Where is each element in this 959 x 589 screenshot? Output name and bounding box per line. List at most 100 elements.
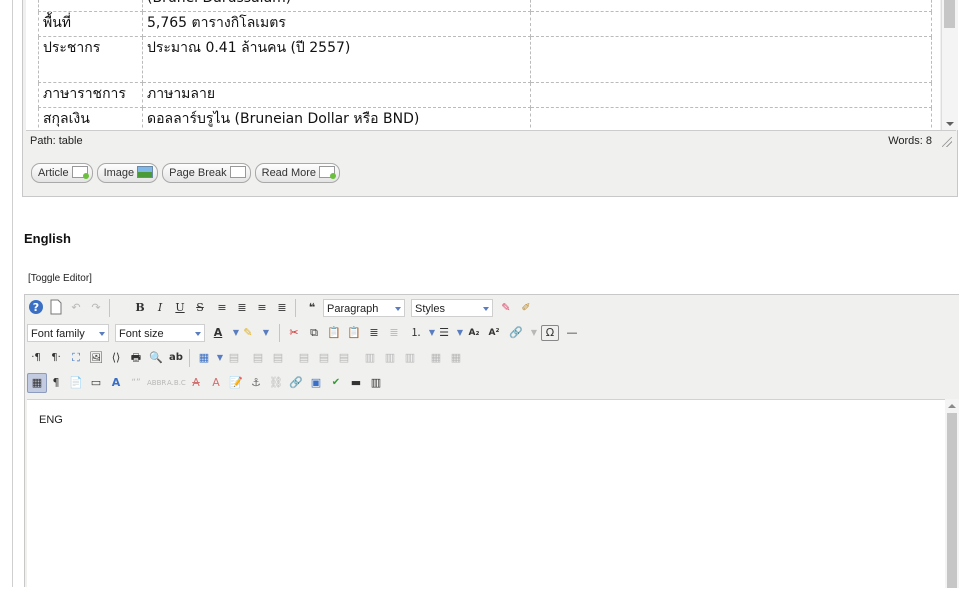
readmore-button-label: Read More bbox=[261, 167, 317, 179]
align-left-icon[interactable]: ≡ bbox=[213, 299, 231, 317]
readmore-toolbar-icon[interactable]: ▥ bbox=[367, 374, 385, 392]
subscript-icon[interactable]: A₂ bbox=[465, 324, 483, 342]
del-icon[interactable]: A bbox=[187, 374, 205, 392]
article-button[interactable]: Article bbox=[31, 163, 93, 183]
chevron-down-icon bbox=[99, 332, 105, 336]
visual-aid-icon[interactable]: ▦ bbox=[27, 373, 47, 393]
article-button-label: Article bbox=[38, 167, 69, 179]
scroll-up-arrow-icon[interactable] bbox=[948, 404, 956, 408]
outdent-icon[interactable]: ≣ bbox=[385, 324, 403, 342]
section-title-english: English bbox=[24, 231, 71, 246]
table-cell-empty bbox=[530, 0, 932, 12]
merge-cells-icon[interactable]: ▦ bbox=[447, 349, 465, 367]
ins-icon[interactable]: A bbox=[207, 374, 225, 392]
horizontal-rule-icon[interactable]: — bbox=[563, 324, 581, 342]
spellcheck-icon[interactable]: ✔ bbox=[327, 374, 345, 392]
font-size-select[interactable]: Font size bbox=[115, 324, 205, 342]
abbr-icon[interactable]: ABBR bbox=[147, 374, 166, 392]
format-select-value: Paragraph bbox=[327, 303, 379, 315]
acronym-icon[interactable]: A.B.C bbox=[167, 374, 186, 392]
ltr-icon[interactable]: ·¶ bbox=[27, 349, 45, 367]
format-select[interactable]: Paragraph bbox=[323, 299, 405, 317]
superscript-icon[interactable]: A² bbox=[485, 324, 503, 342]
insert-image-icon[interactable]: 🖼 bbox=[87, 349, 105, 367]
chevron-down-icon bbox=[395, 307, 401, 311]
indent-icon[interactable]: ≣ bbox=[365, 324, 383, 342]
copy-icon[interactable]: ⧉ bbox=[305, 324, 323, 342]
english-editor-scrollbar[interactable] bbox=[945, 399, 959, 588]
pagebreak-icon bbox=[229, 166, 246, 179]
highlight-color-icon[interactable]: ✎ bbox=[239, 324, 257, 342]
bold-icon[interactable]: B bbox=[131, 299, 149, 317]
delete-row-icon[interactable]: ▤ bbox=[335, 349, 353, 367]
scrollbar-thumb[interactable] bbox=[947, 413, 957, 588]
image-button[interactable]: Image bbox=[96, 163, 159, 183]
help-icon[interactable]: ? bbox=[27, 299, 45, 317]
eraser-icon[interactable]: ✎ bbox=[497, 299, 515, 317]
element-path[interactable]: Path: table bbox=[30, 135, 83, 147]
styles-select-value: Styles bbox=[415, 303, 445, 315]
undo-icon[interactable]: ↶ bbox=[67, 299, 85, 317]
english-editor-content[interactable]: ENG bbox=[27, 399, 945, 589]
align-justify-icon[interactable]: ≣ bbox=[273, 299, 291, 317]
blockquote-icon[interactable]: ❝ bbox=[303, 299, 321, 317]
align-right-icon[interactable]: ≡ bbox=[253, 299, 271, 317]
insert-col-after-icon[interactable]: ▥ bbox=[381, 349, 399, 367]
insert-layer-icon[interactable]: ▭ bbox=[87, 374, 105, 392]
scroll-down-arrow-icon[interactable] bbox=[946, 122, 954, 126]
unlink-icon[interactable]: ⛓ bbox=[267, 374, 285, 392]
anchor-icon[interactable]: ⚓ bbox=[247, 374, 265, 392]
table-row: ประชากร ประมาณ 0.41 ล้านคน (ปี 2557) bbox=[38, 36, 932, 83]
row-props-icon[interactable]: ▤ bbox=[249, 349, 267, 367]
toggle-editor-link[interactable]: [Toggle Editor] bbox=[28, 273, 92, 284]
insert-col-before-icon[interactable]: ▥ bbox=[361, 349, 379, 367]
paste-word-icon[interactable]: 📋 bbox=[345, 324, 363, 342]
resize-grip-icon[interactable] bbox=[942, 137, 952, 147]
scrollbar-thumb[interactable] bbox=[944, 0, 955, 28]
underline-icon[interactable]: U bbox=[171, 299, 189, 317]
strikethrough-icon[interactable]: S bbox=[191, 299, 209, 317]
thai-editor-scrollbar[interactable] bbox=[941, 0, 958, 130]
insert-row-after-icon[interactable]: ▤ bbox=[315, 349, 333, 367]
italic-icon[interactable]: I bbox=[151, 299, 169, 317]
special-char-icon[interactable]: Ω bbox=[541, 325, 559, 341]
styles-icon[interactable]: A bbox=[107, 374, 125, 392]
font-family-select[interactable]: Font family bbox=[27, 324, 109, 342]
table-cell-label: พื้นที่ bbox=[38, 11, 143, 37]
insert-row-before-icon[interactable]: ▤ bbox=[295, 349, 313, 367]
show-blocks-icon[interactable]: ¶ bbox=[47, 374, 65, 392]
clean-up-icon[interactable]: ✐ bbox=[517, 299, 535, 317]
readmore-button[interactable]: Read More bbox=[254, 163, 341, 183]
table-cell-label: สกุลเงิน bbox=[38, 107, 143, 130]
split-cells-icon[interactable]: ▦ bbox=[427, 349, 445, 367]
template-icon[interactable]: 📄 bbox=[67, 374, 85, 392]
table-row: พื้นที่ 5,765 ตารางกิโลเมตร bbox=[38, 11, 932, 37]
align-center-icon[interactable]: ≣ bbox=[233, 299, 251, 317]
chevron-down-icon[interactable]: ▼ bbox=[257, 324, 275, 342]
find-icon[interactable]: 🔍 bbox=[147, 349, 165, 367]
rtl-icon[interactable]: ¶· bbox=[47, 349, 65, 367]
new-document-icon[interactable] bbox=[47, 299, 65, 317]
link-icon[interactable]: 🔗 bbox=[507, 324, 525, 342]
paste-icon[interactable]: 📋 bbox=[325, 324, 343, 342]
pagebreak-button[interactable]: Page Break bbox=[162, 163, 251, 183]
fullscreen-icon[interactable]: ⛶ bbox=[67, 349, 85, 367]
thai-editor-content[interactable]: (Brunei Darussalam) พื้นที่ 5,765 ตารางก… bbox=[26, 0, 940, 130]
replace-icon[interactable]: ab bbox=[167, 349, 185, 367]
styles-select[interactable]: Styles bbox=[411, 299, 493, 317]
link-icon[interactable]: 🔗 bbox=[287, 374, 305, 392]
cite-icon[interactable]: “” bbox=[127, 374, 145, 392]
attributes-icon[interactable]: 📝 bbox=[227, 374, 245, 392]
cut-icon[interactable]: ✂ bbox=[285, 324, 303, 342]
pagebreak-button-label: Page Break bbox=[169, 167, 227, 179]
media-icon[interactable]: ▣ bbox=[307, 374, 325, 392]
code-icon[interactable]: ⟨⟩ bbox=[107, 349, 125, 367]
cell-props-icon[interactable]: ▤ bbox=[269, 349, 287, 367]
delete-table-icon[interactable]: ▤ bbox=[225, 349, 243, 367]
delete-col-icon[interactable]: ▥ bbox=[401, 349, 419, 367]
text-color-icon[interactable]: A bbox=[209, 324, 227, 342]
redo-icon[interactable]: ↷ bbox=[87, 299, 105, 317]
print-icon[interactable]: 🖶 bbox=[127, 349, 145, 367]
page-break-icon[interactable]: ▬ bbox=[347, 374, 365, 392]
image-button-label: Image bbox=[103, 167, 135, 179]
